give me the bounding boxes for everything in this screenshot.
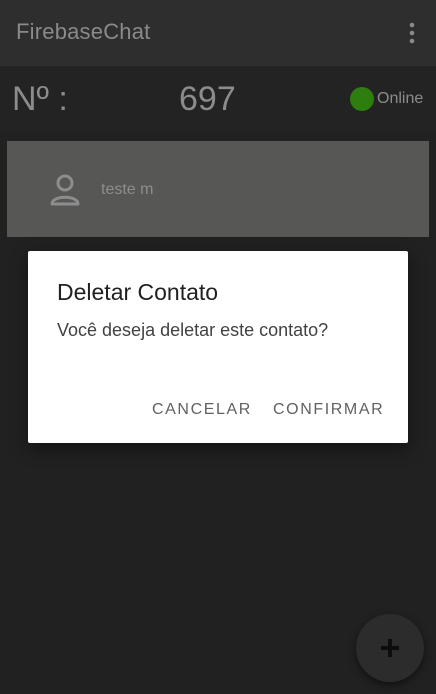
- plus-icon: [379, 637, 401, 659]
- delete-contact-dialog: Deletar Contato Você deseja deletar este…: [28, 251, 408, 443]
- cancel-button[interactable]: CANCELAR: [152, 401, 252, 419]
- dialog-title: Deletar Contato: [57, 279, 219, 305]
- confirm-button[interactable]: CONFIRMAR: [273, 401, 384, 419]
- dialog-message: Você deseja deletar este contato?: [57, 320, 329, 340]
- add-contact-button[interactable]: [356, 614, 424, 682]
